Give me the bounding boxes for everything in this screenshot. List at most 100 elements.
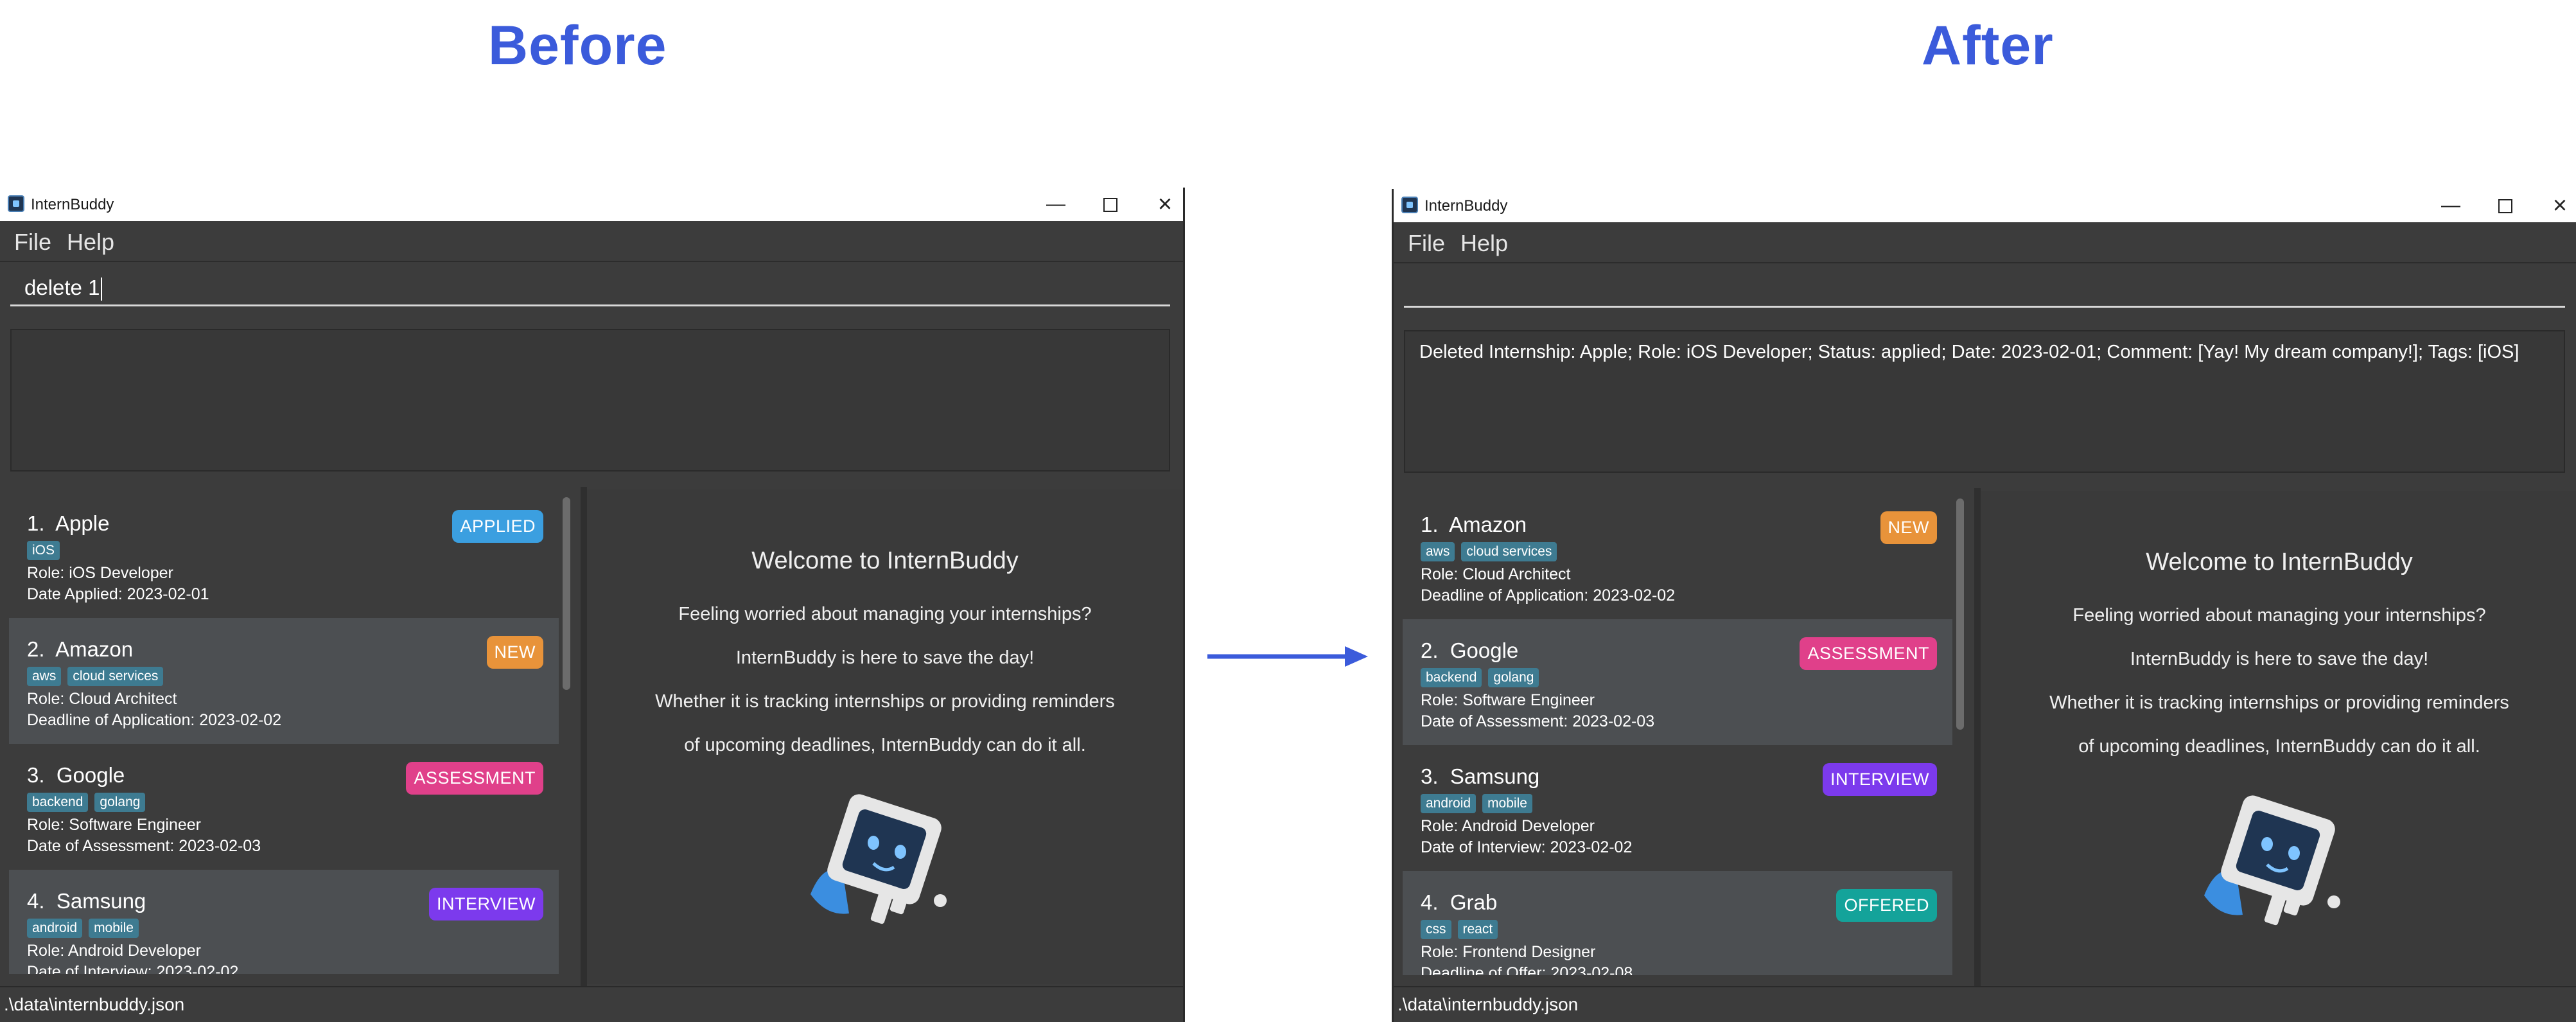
welcome-title: Welcome to InternBuddy	[2146, 549, 2413, 576]
title-bar: InternBuddy — ×	[1394, 189, 2576, 222]
welcome-panel: Welcome to InternBuddy Feeling worried a…	[1981, 491, 2576, 985]
status-badge: ASSESSMENT	[406, 762, 543, 795]
command-input[interactable]: delete 1	[10, 271, 1170, 306]
window-title: InternBuddy	[1424, 197, 1508, 215]
minimize-button[interactable]: —	[1043, 191, 1069, 217]
tag: aws	[27, 667, 62, 686]
welcome-line: InternBuddy is here to save the day!	[2130, 649, 2429, 669]
command-text: delete 1	[24, 276, 100, 299]
status-badge: INTERVIEW	[1822, 763, 1937, 796]
tag: android	[27, 919, 83, 938]
window-title: InternBuddy	[31, 196, 114, 213]
tag: cloud services	[67, 667, 164, 686]
status-badge: ASSESSMENT	[1800, 637, 1937, 670]
welcome-title: Welcome to InternBuddy	[751, 547, 1019, 574]
command-area	[1394, 262, 2576, 325]
card-role: Role: Android Developer	[1421, 817, 1595, 835]
card-role: Role: iOS Developer	[27, 564, 173, 582]
command-area: delete 1	[0, 261, 1183, 324]
scrollbar-thumb[interactable]	[1956, 498, 1964, 730]
before-heading: Before	[488, 15, 667, 76]
title-bar: InternBuddy — ×	[0, 188, 1183, 221]
menu-help[interactable]: Help	[1460, 230, 1508, 257]
card-tags: css react	[1421, 920, 1504, 939]
card-date: Deadline of Offer: 2023-02-08	[1421, 964, 1633, 975]
status-badge: NEW	[1880, 511, 1937, 544]
card-company: 2. Google	[1421, 639, 1519, 662]
internship-card[interactable]: 3. Samsung android mobile Role: Android D…	[1403, 745, 1952, 871]
card-company: 1. Apple	[27, 511, 110, 535]
card-role: Role: Frontend Designer	[1421, 943, 1596, 961]
robot-mascot-icon	[810, 794, 947, 924]
app-icon	[8, 195, 24, 212]
status-badge: NEW	[486, 636, 543, 669]
tag: cloud services	[1461, 542, 1557, 561]
card-role: Role: Cloud Architect	[1421, 565, 1571, 583]
status-bar-path: .\data\internbuddy.json	[1394, 986, 2576, 1022]
card-role: Role: Cloud Architect	[27, 690, 177, 708]
internship-card[interactable]: 4. Grab css react Role: Frontend Designer…	[1403, 871, 1952, 975]
text-caret	[101, 278, 103, 301]
status-badge: APPLIED	[452, 510, 543, 543]
tag: backend	[1421, 668, 1482, 687]
card-date: Date of Interview: 2023-02-02	[1421, 838, 1633, 856]
tag: react	[1457, 920, 1498, 939]
menu-bar: File Help	[0, 221, 1183, 261]
panel-divider[interactable]	[581, 487, 587, 988]
internship-list[interactable]: 1. Amazon aws cloud services Role: Cloud …	[1403, 493, 1952, 975]
tag: backend	[27, 793, 89, 812]
after-window: InternBuddy — × File Help Deleted Intern…	[1392, 189, 2576, 1022]
internship-card[interactable]: 2. Google backend golang Role: Software E…	[1403, 619, 1952, 745]
close-button[interactable]: ×	[1152, 191, 1178, 217]
tag: iOS	[27, 541, 60, 560]
card-date: Date Applied: 2023-02-01	[27, 585, 209, 603]
card-date: Deadline of Application: 2023-02-02	[1421, 586, 1676, 604]
maximize-button[interactable]	[1098, 191, 1123, 217]
card-role: Role: Android Developer	[27, 942, 201, 960]
list-scrollbar[interactable]	[1955, 498, 1965, 961]
card-date: Date of Assessment: 2023-02-03	[27, 837, 261, 855]
internship-card[interactable]: 1. Apple iOS Role: iOS Developer Date Ap…	[9, 492, 559, 618]
result-display	[10, 329, 1170, 471]
tag: css	[1421, 920, 1451, 939]
scrollbar-thumb[interactable]	[563, 497, 570, 690]
welcome-line: Whether it is tracking internships or pr…	[655, 691, 1115, 712]
minimize-button[interactable]: —	[2438, 193, 2464, 218]
card-company: 2. Amazon	[27, 637, 134, 661]
menu-bar: File Help	[1394, 222, 2576, 262]
app-icon	[1401, 197, 1418, 213]
tag: mobile	[1482, 794, 1532, 813]
close-button[interactable]: ×	[2547, 193, 2573, 218]
internship-card[interactable]: 4. Samsung android mobile Role: Android D…	[9, 870, 559, 974]
command-input[interactable]	[1404, 272, 2565, 308]
card-company: 4. Samsung	[27, 889, 146, 913]
card-tags: aws cloud services	[1421, 542, 1563, 561]
tag: golang	[94, 793, 146, 812]
status-badge: INTERVIEW	[428, 888, 543, 921]
internship-list[interactable]: 1. Apple iOS Role: iOS Developer Date Ap…	[9, 492, 559, 974]
card-company: 3. Samsung	[1421, 764, 1540, 788]
internship-card[interactable]: 1. Amazon aws cloud services Role: Cloud …	[1403, 493, 1952, 619]
maximize-button[interactable]	[2493, 193, 2518, 218]
card-tags: aws cloud services	[27, 667, 170, 686]
menu-help[interactable]: Help	[67, 229, 114, 256]
menu-file[interactable]: File	[14, 229, 51, 256]
welcome-line: Feeling worried about managing your inte…	[2072, 605, 2486, 626]
internship-card[interactable]: 3. Google backend golang Role: Software E…	[9, 744, 559, 870]
welcome-panel: Welcome to InternBuddy Feeling worried a…	[587, 489, 1183, 984]
card-tags: iOS	[27, 541, 66, 560]
internship-card[interactable]: 2. Amazon aws cloud services Role: Cloud …	[9, 618, 559, 744]
card-date: Deadline of Application: 2023-02-02	[27, 711, 282, 729]
card-tags: backend golang	[1421, 668, 1545, 687]
tag: aws	[1421, 542, 1455, 561]
card-date: Date of Interview: 2023-02-02	[27, 963, 239, 974]
welcome-line: InternBuddy is here to save the day!	[735, 648, 1035, 668]
robot-mascot-icon	[2204, 795, 2340, 926]
panel-divider[interactable]	[1974, 488, 1981, 989]
card-tags: backend golang	[27, 793, 152, 812]
list-scrollbar[interactable]	[561, 497, 572, 960]
card-date: Date of Assessment: 2023-02-03	[1421, 712, 1655, 730]
right-arrow-icon	[1207, 646, 1368, 667]
card-role: Role: Software Engineer	[1421, 691, 1595, 709]
menu-file[interactable]: File	[1408, 230, 1445, 257]
